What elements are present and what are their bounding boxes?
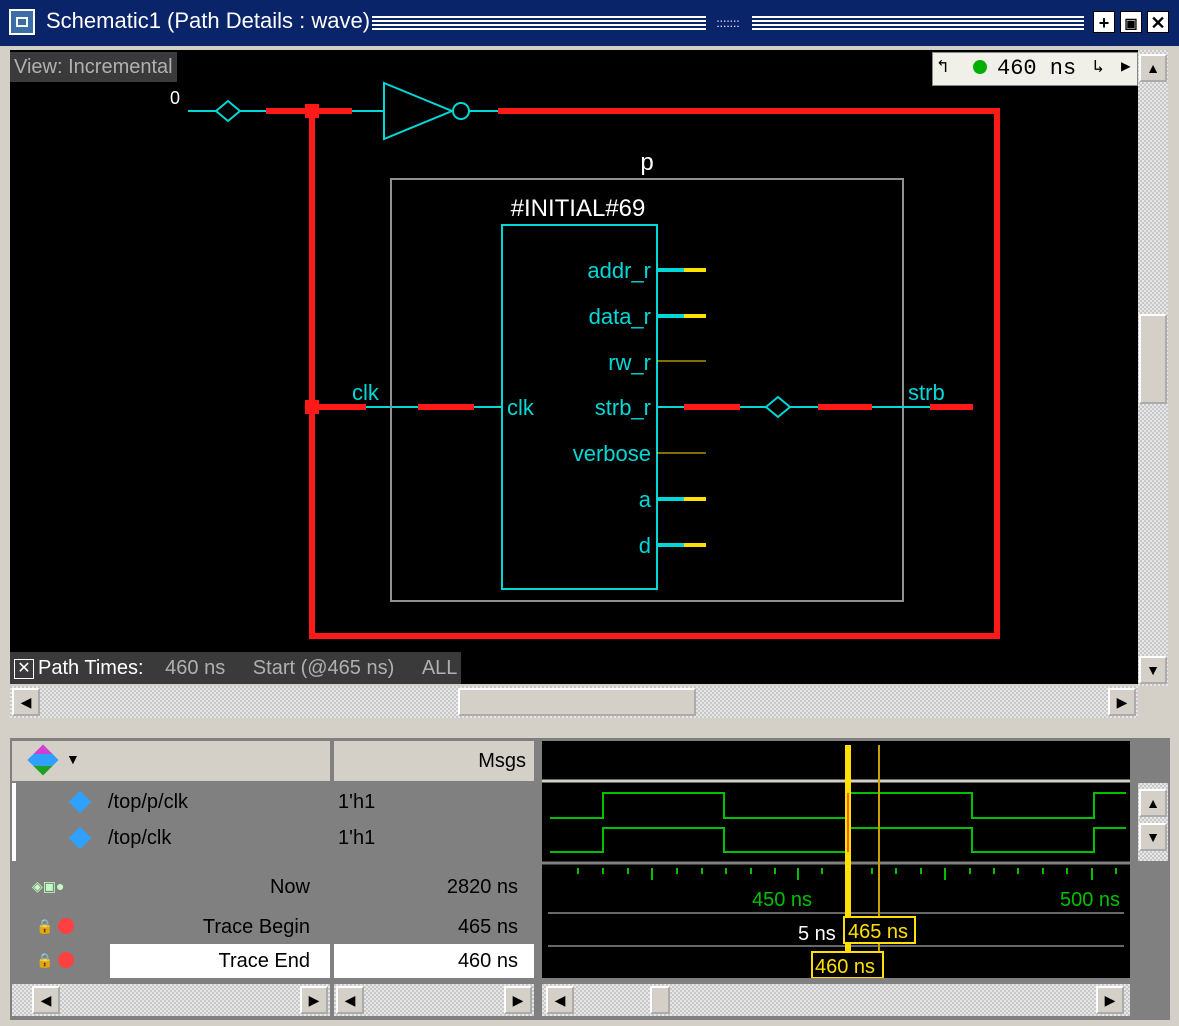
scroll-left-icon[interactable]: ◀ [12, 688, 40, 716]
lock-icon[interactable]: 🔒 [36, 952, 53, 969]
vertical-scroll-thumb[interactable] [1139, 314, 1167, 404]
waveform-svg: 450 ns 500 ns 5 ns 465 ns 460 ns [542, 745, 1130, 979]
scroll-right-icon[interactable]: ▶ [1096, 986, 1124, 1014]
clk-wave-2 [550, 827, 1126, 853]
schematic-canvas[interactable]: 0 clk p #INITIAL#69 clk addr_r data_r rw… [10, 50, 1138, 684]
wave-vertical-scrollbar[interactable]: ▲ ▼ [1138, 783, 1168, 861]
current-time: 460 ns [997, 56, 1077, 81]
path-filter[interactable]: ALL [422, 657, 462, 679]
signal-value: 1'h1 [338, 827, 376, 849]
delete-cursor-icon[interactable] [58, 952, 74, 968]
inverter-gate [383, 81, 455, 141]
scroll-right-icon[interactable]: ▶ [1108, 688, 1136, 716]
feedback-net [309, 108, 1000, 639]
names-horizontal-scrollbar[interactable]: ◀ ▶ [12, 984, 330, 1016]
net-diamond-marker [214, 99, 242, 123]
now-toolbar-icon[interactable]: ◈▣● [32, 878, 64, 895]
expand-arrow-icon[interactable]: ▶ [1121, 56, 1131, 76]
scroll-left-icon[interactable]: ◀ [546, 986, 574, 1014]
horizontal-scroll-thumb[interactable] [458, 688, 696, 716]
schematic-window-icon[interactable] [9, 9, 35, 35]
clk-port-label: clk [507, 395, 535, 420]
trace-end-label[interactable]: Trace End [218, 950, 310, 973]
close-path-times-icon[interactable]: ✕ [14, 658, 34, 679]
undock-icon[interactable]: ▣ [1120, 11, 1142, 33]
tick-label-500: 500 ns [1060, 889, 1120, 911]
signal-name[interactable]: /top/clk [108, 827, 171, 850]
waveform-display[interactable]: 450 ns 500 ns 5 ns 465 ns 460 ns [542, 741, 1130, 979]
scroll-left-icon[interactable]: ◀ [336, 986, 364, 1014]
scroll-up-icon[interactable]: ▲ [1139, 789, 1167, 817]
scroll-up-icon[interactable]: ▲ [1139, 54, 1167, 82]
scroll-right-icon[interactable]: ▶ [504, 986, 532, 1014]
port-strb_r: strb_r [595, 395, 651, 420]
schematic-vertical-scrollbar[interactable]: ▲ ▼ [1138, 50, 1168, 686]
block-name: #INITIAL#69 [511, 195, 646, 222]
tick-label-450: 450 ns [752, 889, 812, 911]
port-a: a [639, 487, 652, 512]
signal-type-icon[interactable] [27, 744, 59, 776]
cursor-values: 2820 ns 465 ns 460 ns [334, 866, 534, 978]
schematic-diagram: 0 clk p #INITIAL#69 clk addr_r data_r rw… [170, 81, 1000, 639]
wave-scroll-thumb[interactable] [650, 986, 670, 1014]
outer-strb-label: strb [908, 380, 945, 405]
msgs-header-cell: Msgs [334, 741, 534, 781]
port-data_r: data_r [589, 304, 651, 329]
delete-cursor-icon[interactable] [58, 918, 74, 934]
scroll-down-icon[interactable]: ▼ [1139, 823, 1167, 851]
signal-toolbar: ▼ [12, 741, 330, 781]
title-grip-handle[interactable]: ::::::: [708, 14, 748, 32]
trace-begin-label[interactable]: Trace Begin [203, 916, 310, 939]
path-times-bar: ✕ Path Times: 460 ns Start (@465 ns) ALL [10, 652, 462, 684]
port-d: d [639, 533, 651, 558]
pane-splitter[interactable] [0, 726, 1179, 734]
view-mode-label: View: Incremental [10, 52, 177, 82]
signal-list: /top/p/clk /top/clk [12, 783, 330, 861]
signal-name[interactable]: /top/p/clk [108, 791, 188, 814]
port-verbose: verbose [573, 441, 651, 466]
trace-begin-value[interactable]: 465 ns [458, 916, 518, 939]
signal-values: 1'h1 1'h1 [334, 783, 534, 861]
wave-horizontal-scrollbar[interactable]: ◀ ▶ [542, 984, 1130, 1016]
prev-event-icon[interactable]: ↰ [937, 56, 948, 78]
path-times-label: Path Times: [38, 657, 144, 679]
cursor1-time-label: 465 ns [848, 921, 908, 943]
close-icon[interactable]: ✕ [1147, 11, 1169, 33]
dropdown-arrow-icon[interactable]: ▼ [66, 751, 80, 767]
trace-end-value[interactable]: 460 ns [458, 950, 518, 973]
outer-clk-label: clk [352, 380, 380, 405]
time-navigator[interactable]: ↰ 460 ns ↳ ▶ [932, 52, 1138, 86]
scroll-right-icon[interactable]: ▶ [300, 986, 328, 1014]
path-start-value[interactable]: Start (@465 ns) [253, 657, 394, 679]
instance-name: p [640, 149, 653, 176]
next-event-icon[interactable]: ↳ [1093, 56, 1104, 78]
cursor-delta: 5 ns [798, 923, 836, 945]
msgs-header: Msgs [478, 750, 526, 772]
now-label: Now [269, 876, 310, 898]
cursor-names: ◈▣● Now 🔒 Trace Begin 🔒 Trace End [12, 866, 330, 978]
now-value: 2820 ns [446, 876, 518, 898]
scroll-down-icon[interactable]: ▼ [1139, 656, 1167, 684]
input-value-label: 0 [170, 88, 180, 108]
title-grip-right [752, 16, 1084, 32]
clk-wave-1 [550, 792, 1126, 819]
dock-icon[interactable]: + [1093, 11, 1115, 33]
schematic-horizontal-scrollbar[interactable]: ◀ ▶ [10, 686, 1138, 718]
window-title: Schematic1 (Path Details : wave) [46, 8, 371, 33]
lock-icon[interactable]: 🔒 [36, 918, 53, 935]
values-horizontal-scrollbar[interactable]: ◀ ▶ [334, 984, 534, 1016]
signal-value: 1'h1 [338, 791, 376, 813]
title-grip-left [372, 16, 706, 32]
port-addr_r: addr_r [587, 258, 651, 283]
path-time-value[interactable]: 460 ns [165, 657, 225, 679]
status-dot-icon [973, 60, 987, 74]
cursor2-time-label: 460 ns [815, 956, 875, 978]
scroll-left-icon[interactable]: ◀ [32, 986, 60, 1014]
port-rw_r: rw_r [608, 350, 651, 375]
